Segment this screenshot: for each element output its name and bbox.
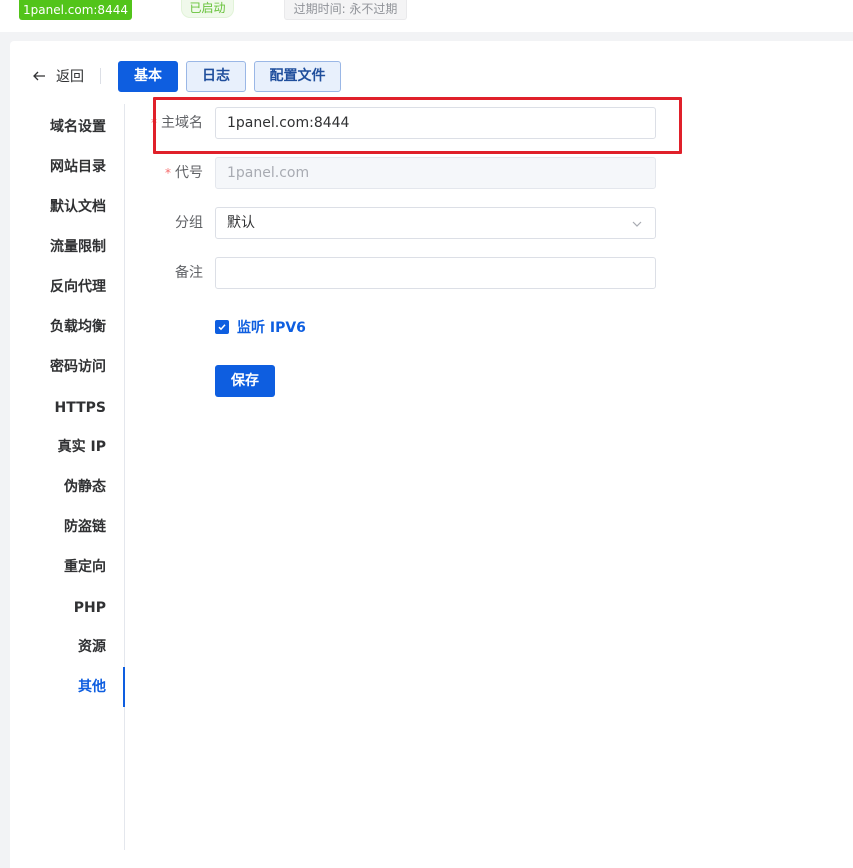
sidebar-item-redirect[interactable]: 重定向 bbox=[64, 547, 106, 587]
group-select-value: 默认 bbox=[227, 215, 255, 231]
ipv6-checkbox[interactable]: 监听 IPV6 bbox=[215, 318, 306, 336]
sidebar-item-load-balance[interactable]: 负载均衡 bbox=[50, 307, 106, 347]
group-label: 分组 bbox=[175, 215, 203, 231]
sidebar-item-resource[interactable]: 资源 bbox=[78, 627, 106, 667]
back-label: 返回 bbox=[56, 69, 84, 85]
tab-config-file[interactable]: 配置文件 bbox=[254, 61, 341, 92]
sidebar-item-rewrite[interactable]: 伪静态 bbox=[64, 467, 106, 507]
primary-domain-input[interactable]: 1panel.com:8444 bbox=[215, 107, 656, 139]
expire-tag: 过期时间: 永不过期 bbox=[284, 0, 407, 20]
group-select[interactable]: 默认 bbox=[215, 207, 656, 239]
tab-log[interactable]: 日志 bbox=[186, 61, 246, 92]
sidebar-item-other[interactable]: 其他 bbox=[78, 667, 106, 707]
sidebar-item-password-access[interactable]: 密码访问 bbox=[50, 347, 106, 387]
tab-basic[interactable]: 基本 bbox=[118, 61, 178, 92]
sidebar-item-https[interactable]: HTTPS bbox=[55, 388, 106, 428]
remark-input[interactable] bbox=[215, 257, 656, 289]
sidebar-item-reverse-proxy[interactable]: 反向代理 bbox=[50, 267, 106, 307]
top-bar: 1panel.com:8444 已启动 过期时间: 永不过期 bbox=[0, 0, 853, 32]
sidebar-item-hotlink[interactable]: 防盗链 bbox=[64, 507, 106, 547]
save-button[interactable]: 保存 bbox=[215, 365, 275, 397]
required-mark: * bbox=[151, 116, 157, 130]
back-button[interactable]: 返回 bbox=[32, 66, 84, 86]
sidebar-item-php[interactable]: PHP bbox=[74, 588, 106, 628]
arrow-left-icon bbox=[33, 71, 45, 81]
alias-label: * 代号 bbox=[165, 165, 203, 181]
site-name-tag: 1panel.com:8444 bbox=[19, 0, 132, 20]
chevron-down-icon bbox=[632, 221, 642, 227]
sidebar-item-domain[interactable]: 域名设置 bbox=[50, 107, 106, 147]
ipv6-label: 监听 IPV6 bbox=[237, 320, 306, 336]
status-badge: 已启动 bbox=[181, 0, 234, 18]
sidebar-active-indicator bbox=[123, 667, 125, 707]
sidebar-divider bbox=[124, 104, 125, 850]
divider bbox=[100, 68, 101, 84]
sidebar-item-directory[interactable]: 网站目录 bbox=[50, 147, 106, 187]
checkbox-checked-icon bbox=[215, 320, 229, 334]
sidebar-item-default-doc[interactable]: 默认文档 bbox=[50, 187, 106, 227]
primary-domain-label: * 主域名 bbox=[151, 115, 203, 131]
remark-label: 备注 bbox=[175, 265, 203, 281]
alias-input: 1panel.com bbox=[215, 157, 656, 189]
sidebar-item-rate-limit[interactable]: 流量限制 bbox=[50, 227, 106, 267]
required-mark: * bbox=[165, 166, 171, 180]
sidebar-item-real-ip[interactable]: 真实 IP bbox=[58, 427, 106, 467]
